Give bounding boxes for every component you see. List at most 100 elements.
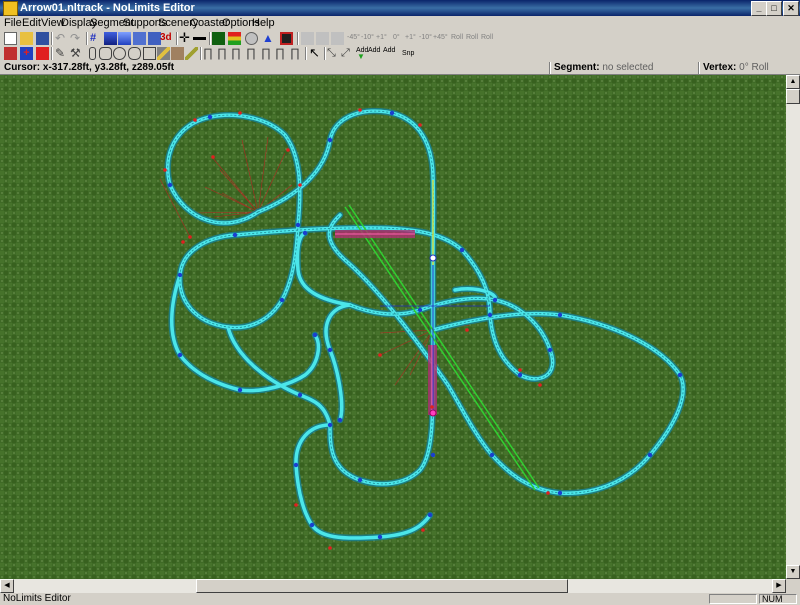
window-title: Arrow01.nltrack - NoLimits Editor [20, 2, 195, 14]
cursor-pane: Cursor: x-317.28ft, y3.28ft, z289.05ft [4, 62, 174, 74]
gate-4-icon[interactable]: ∏ [246, 47, 259, 60]
pane-divider [698, 62, 700, 74]
open-folder-icon[interactable] [20, 32, 33, 45]
menu-help[interactable]: Help [252, 17, 275, 29]
gate-5-icon[interactable]: ∏ [261, 47, 274, 60]
toolbar-separator [324, 47, 326, 60]
toolbar-separator [200, 47, 202, 60]
status-pane-empty [709, 594, 757, 604]
pitch-plus-1-button[interactable]: +1° [376, 33, 387, 43]
vertex-value: 0° Roll [739, 62, 769, 73]
toolbar-separator [297, 32, 299, 45]
pointer-icon[interactable]: ↖ [309, 46, 322, 60]
roll-button-3[interactable]: Roll [481, 33, 493, 43]
segment-value: no selected [602, 62, 654, 73]
status-bar: NoLimits Editor NUM [0, 593, 800, 605]
grid-icon[interactable]: # [90, 32, 103, 45]
supports-view-icon[interactable] [118, 32, 131, 45]
wrench-icon[interactable]: ⚒ [70, 47, 83, 60]
segment-label: Segment: [554, 62, 600, 73]
flatten-icon[interactable] [193, 37, 206, 41]
align-center-icon[interactable] [316, 32, 329, 45]
vertical-scroll-thumb[interactable] [786, 89, 800, 104]
roll-plus-45-button[interactable]: +45° [433, 33, 448, 43]
footer-icon[interactable] [99, 47, 112, 60]
block-brake-icon[interactable] [228, 32, 241, 45]
undo-icon[interactable]: ↶ [55, 32, 68, 45]
close-button[interactable]: ✕ [783, 1, 799, 16]
cylinder-icon[interactable] [128, 47, 141, 60]
roll-plus-1-button[interactable]: +1° [405, 33, 416, 43]
segment-pane: Segment: no selected [554, 62, 654, 74]
align-left-icon[interactable] [301, 32, 314, 45]
toolbar-tools: + ✎ ⚒ ∏ ∏ ∏ ∏ ∏ ∏ ∏ ↖ ⤡ ⤢ Add Add ▼ Add … [0, 46, 800, 62]
menu-file[interactable]: File [4, 17, 22, 29]
gate-6-icon[interactable]: ∏ [275, 47, 288, 60]
pencil-icon[interactable]: ✎ [55, 47, 68, 60]
vertex-pane: Vertex: 0° Roll [703, 62, 769, 74]
wireframe-icon[interactable] [133, 32, 146, 45]
coaster-car-icon[interactable] [280, 32, 293, 45]
beam-icon[interactable] [157, 47, 170, 60]
gate-3-icon[interactable]: ∏ [231, 47, 244, 60]
add-button-2[interactable]: Add [368, 46, 380, 56]
track-view-icon[interactable] [104, 32, 117, 45]
scroll-up-icon[interactable]: ▲ [786, 75, 800, 89]
horizontal-scrollbar[interactable]: ◀ ▶ [0, 579, 786, 593]
menu-edit[interactable]: Edit [22, 17, 41, 29]
maximize-button[interactable]: □ [766, 1, 782, 16]
terrain-grass [0, 75, 786, 579]
num-lock-indicator: NUM [759, 594, 797, 604]
minimize-button[interactable]: _ [751, 1, 767, 16]
toolbar-separator [209, 32, 211, 45]
add-button-3[interactable]: Add [383, 46, 395, 56]
status-text: NoLimits Editor [3, 593, 71, 604]
delete-icon[interactable] [36, 47, 49, 60]
gate-icon[interactable]: ∏ [203, 47, 216, 60]
three-d-icon[interactable]: 3d [160, 32, 174, 45]
roll-button-2[interactable]: Roll [466, 33, 478, 43]
app-icon [3, 1, 18, 16]
align-right-icon[interactable] [331, 32, 344, 45]
new-file-icon[interactable] [4, 32, 17, 45]
pitch-minus-45-button[interactable]: -45° [347, 33, 360, 43]
stairs-icon[interactable] [185, 47, 198, 60]
pillar-icon[interactable] [89, 47, 96, 60]
editor-viewport[interactable] [0, 75, 786, 579]
track-segment-icon[interactable] [4, 47, 17, 60]
warning-triangle-icon[interactable]: ▲ [262, 32, 275, 45]
pitch-minus-10-button[interactable]: -10° [361, 33, 374, 43]
scroll-down-icon[interactable]: ▼ [786, 565, 800, 579]
route-icon[interactable]: ⤢ [341, 47, 354, 60]
cursor-label: Cursor: [4, 62, 41, 73]
gate-2-icon[interactable]: ∏ [217, 47, 230, 60]
box-icon[interactable] [143, 47, 156, 60]
track-canvas[interactable] [0, 75, 786, 579]
info-bar: Cursor: x-317.28ft, y3.28ft, z289.05ft S… [0, 62, 800, 75]
horizontal-scroll-thumb[interactable] [196, 579, 568, 593]
vertical-scrollbar[interactable]: ▲ ▼ [786, 75, 800, 579]
roll-button-1[interactable]: Roll [451, 33, 463, 43]
disk-icon[interactable] [245, 32, 258, 45]
scrollbar-corner [786, 579, 800, 593]
cursor-value: x-317.28ft, y3.28ft, z289.05ft [42, 62, 175, 73]
pane-divider [549, 62, 551, 74]
catwalk-icon[interactable] [171, 47, 184, 60]
crosshair-icon[interactable]: ✛ [179, 31, 192, 45]
save-icon[interactable] [36, 32, 49, 45]
scroll-left-icon[interactable]: ◀ [0, 579, 14, 593]
redo-icon[interactable]: ↷ [70, 32, 83, 45]
roll-minus-10-button[interactable]: -10° [419, 33, 432, 43]
station-icon[interactable] [212, 32, 225, 45]
wand-icon[interactable]: ⤡ [327, 47, 340, 60]
menu-bar: File Edit View Display Segment Supports … [0, 16, 800, 30]
title-bar: Arrow01.nltrack - NoLimits Editor _ □ ✕ [0, 0, 800, 16]
scroll-right-icon[interactable]: ▶ [772, 579, 786, 593]
pitch-zero-button[interactable]: 0° [393, 33, 400, 43]
snap-button[interactable]: Snp [402, 49, 414, 59]
gate-7-icon[interactable]: ∏ [290, 47, 303, 60]
support-icon[interactable]: + [20, 47, 33, 60]
green-arrow-icon: ▼ [357, 52, 365, 61]
round-footer-icon[interactable] [113, 47, 126, 60]
toolbar-separator [51, 32, 53, 45]
